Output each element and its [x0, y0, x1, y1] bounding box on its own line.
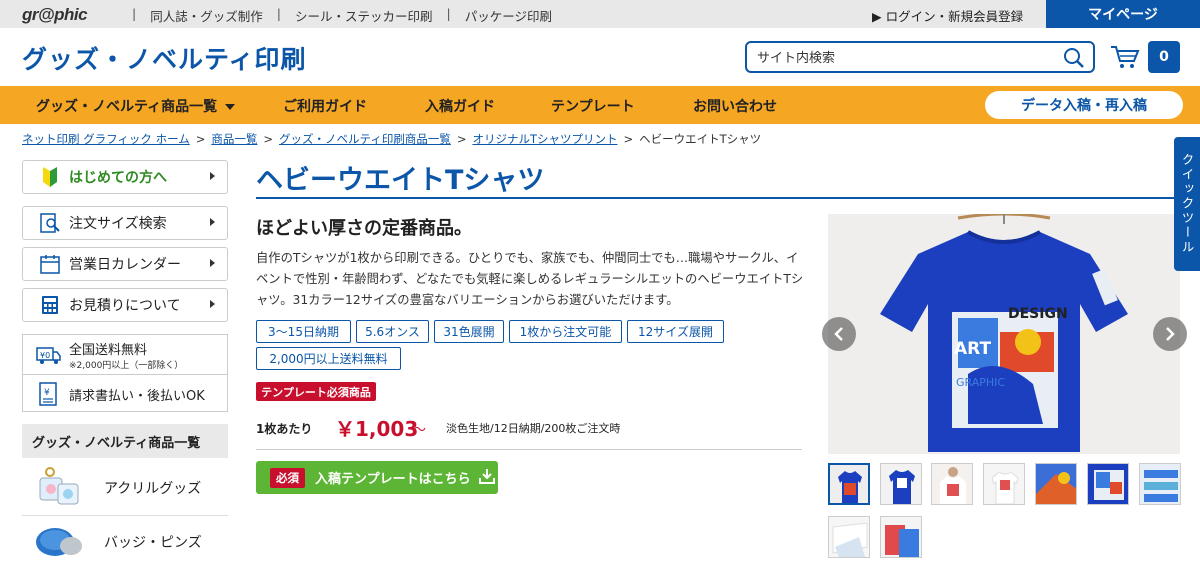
price-divider — [256, 449, 802, 450]
nav-item-guide[interactable]: ご利用ガイド — [283, 96, 367, 116]
gallery-thumbnail[interactable] — [1035, 463, 1077, 505]
sidebar-estimate-button[interactable]: お見積りについて — [22, 288, 228, 322]
gallery-next-button[interactable] — [1153, 317, 1187, 351]
chevron-right-icon — [210, 172, 215, 180]
sidebar-size-search-button[interactable]: 注文サイズ検索 — [22, 206, 228, 240]
payment-info: ¥ 請求書払い・後払いOK — [23, 374, 227, 413]
top-links: | 同人誌・グッズ制作 | シール・ステッカー印刷 | パッケージ印刷 — [132, 6, 552, 25]
badge-thumbnail — [34, 519, 84, 565]
price-note: 淡色生地/12日納期/200枚ご注文時 — [446, 422, 621, 435]
shirt-print-art: ART — [954, 339, 991, 359]
chevron-right-icon — [210, 259, 215, 267]
gallery-prev-button[interactable] — [822, 317, 856, 351]
free-shipping-note: ※2,000円以上（一部除く） — [69, 360, 184, 371]
gallery-thumbnail[interactable] — [828, 516, 870, 558]
chevron-right-icon — [1166, 327, 1175, 341]
category-item-acrylic[interactable]: アクリルグッズ — [22, 460, 228, 516]
cart-count-badge[interactable]: 0 — [1148, 41, 1180, 73]
breadcrumb-products[interactable]: 商品一覧 — [211, 132, 257, 146]
main-nav: グッズ・ノベルティ商品一覧 ご利用ガイド 入稿ガイド テンプレート お問い合わせ… — [0, 86, 1200, 124]
product-main-image: DESIGN ART GRAPHIC — [828, 214, 1180, 454]
breadcrumb-goods[interactable]: グッズ・ノベルティ印刷商品一覧 — [279, 132, 451, 146]
search-icon[interactable] — [1063, 47, 1085, 73]
breadcrumb-current: ヘビーウエイトTシャツ — [639, 132, 762, 146]
price-label: 1枚あたり — [256, 422, 313, 436]
acrylic-goods-thumbnail — [34, 465, 84, 511]
svg-text:¥0: ¥0 — [40, 351, 50, 360]
breadcrumb: ネット印刷 グラフィック ホーム > 商品一覧 > グッズ・ノベルティ印刷商品一覧 > オリ… — [22, 132, 762, 146]
shirt-print-graphic: GRAPHIC — [956, 376, 1005, 389]
nav-item-template[interactable]: テンプレート — [551, 96, 635, 116]
download-icon — [478, 468, 495, 488]
tag-weight: 5.6オンス — [356, 320, 429, 343]
category-label-acrylic: アクリルグッズ — [104, 480, 202, 497]
chevron-left-icon — [834, 327, 843, 341]
top-link-package[interactable]: パッケージ印刷 — [465, 6, 552, 25]
search-box — [745, 41, 1095, 73]
mypage-button[interactable]: マイページ — [1046, 0, 1200, 28]
category-label-badge: バッジ・ピンズ — [104, 535, 202, 551]
top-link-sticker[interactable]: シール・ステッカー印刷 — [295, 6, 433, 25]
beginner-mark-icon — [39, 166, 61, 188]
product-description: 自作のTシャツが1枚から印刷できる。ひとりでも、家族でも、仲間同士でも…職場やサ… — [256, 251, 804, 307]
gallery-thumbnail[interactable] — [1087, 463, 1129, 505]
nav-item-submission[interactable]: 入稿ガイド — [425, 96, 495, 116]
template-required-badge: テンプレート必須商品 — [256, 382, 376, 401]
invoice-icon: ¥ — [35, 381, 61, 407]
gallery-thumbnail[interactable] — [880, 463, 922, 505]
top-bar: gr@phic | 同人誌・グッズ制作 | シール・ステッカー印刷 | パッケー… — [0, 0, 1200, 28]
breadcrumb-home[interactable]: ネット印刷 グラフィック ホーム — [22, 132, 190, 146]
product-title: ヘビーウエイトTシャツ — [256, 165, 545, 196]
payment-text: 請求書払い・後払いOK — [69, 388, 205, 404]
gallery-thumbnail[interactable] — [828, 463, 870, 505]
free-shipping-title: 全国送料無料 — [69, 342, 148, 358]
nav-item-contact[interactable]: お問い合わせ — [693, 96, 777, 116]
gallery-thumbnail[interactable] — [931, 463, 973, 505]
free-shipping-icon: ¥0 — [35, 342, 61, 368]
search-input[interactable] — [757, 49, 1057, 67]
sidebar-beginner-button[interactable]: はじめての方へ — [22, 160, 228, 194]
calendar-icon — [39, 253, 61, 275]
template-download-button[interactable]: 必須 入稿テンプレートはこちら — [256, 461, 498, 494]
tag-min-order: 1枚から注文可能 — [509, 320, 622, 343]
top-link-doujin[interactable]: 同人誌・グッズ制作 — [150, 6, 263, 25]
sidebar-calendar-button[interactable]: 営業日カレンダー — [22, 247, 228, 281]
free-shipping-info: ¥0 全国送料無料 ※2,000円以上（一部除く） — [23, 335, 227, 374]
tag-colors: 31色展開 — [434, 320, 504, 343]
category-header: グッズ・ノベルティ商品一覧 — [22, 424, 228, 458]
tag-delivery: 3〜15日納期 — [256, 320, 351, 343]
gallery-thumbnail[interactable] — [983, 463, 1025, 505]
site-logo[interactable]: gr@phic — [22, 5, 88, 25]
required-label: 必須 — [270, 467, 305, 488]
chevron-down-icon — [225, 104, 236, 110]
product-subtitle: ほどよい厚さの定番商品。 — [256, 218, 472, 239]
breadcrumb-tshirt[interactable]: オリジナルTシャツプリント — [472, 132, 617, 146]
download-label: 入稿テンプレートはこちら — [315, 472, 471, 487]
tag-sizes: 12サイズ展開 — [627, 320, 724, 343]
price-value: ￥1,003 — [335, 417, 419, 441]
info-box: ¥0 全国送料無料 ※2,000円以上（一部除く） ¥ 請求書払い・後払いOK — [22, 334, 228, 412]
size-search-icon — [39, 212, 61, 234]
chevron-right-icon — [210, 300, 215, 308]
tag-free-shipping: 2,000円以上送料無料 — [256, 347, 401, 370]
login-link[interactable]: ▶ ログイン・新規会員登録 — [872, 6, 1023, 25]
site-title[interactable]: グッズ・ノベルティ印刷 — [22, 40, 307, 76]
cart-icon[interactable] — [1110, 44, 1142, 74]
gallery-thumbnail[interactable] — [1139, 463, 1181, 505]
quick-tool-tab[interactable]: クイックツール — [1174, 137, 1200, 271]
calculator-icon — [39, 294, 61, 316]
svg-text:¥: ¥ — [44, 388, 50, 398]
nav-item-products[interactable]: グッズ・ノベルティ商品一覧 — [36, 96, 236, 116]
title-divider — [256, 197, 1200, 199]
shirt-print-design: DESIGN — [1008, 306, 1068, 322]
gallery-thumbnail[interactable] — [880, 516, 922, 558]
data-entry-button[interactable]: データ入稿・再入稿 — [985, 91, 1183, 119]
category-item-badge[interactable]: バッジ・ピンズ — [22, 514, 228, 570]
price-suffix: ～ — [413, 423, 427, 438]
chevron-right-icon — [210, 218, 215, 226]
